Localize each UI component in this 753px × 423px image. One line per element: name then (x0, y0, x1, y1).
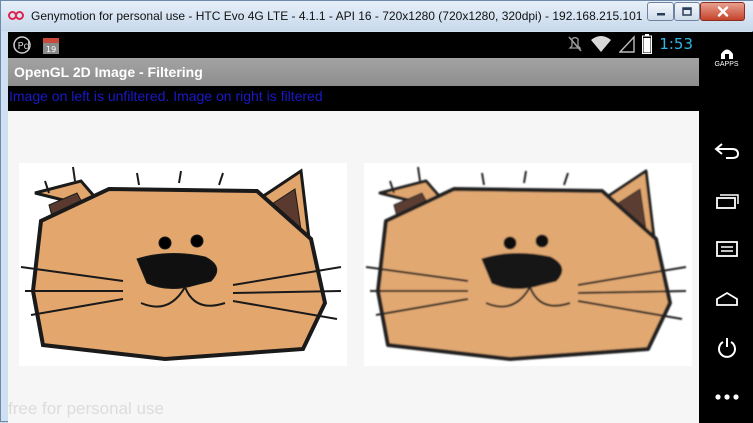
svg-text:Pd: Pd (18, 41, 30, 52)
power-button[interactable] (699, 334, 753, 362)
maximize-button[interactable] (674, 2, 700, 21)
status-clock: 1:53 (659, 35, 693, 53)
cat-face-unfiltered (20, 166, 342, 362)
android-status-bar: Pd 19 1:53 (8, 32, 699, 58)
genymotion-logo-icon (8, 11, 24, 20)
info-text: Image on left is unfiltered. Image on ri… (9, 88, 323, 104)
app-action-bar: OpenGL 2D Image - Filtering (8, 58, 699, 86)
watermark-text: free for personal use (8, 399, 164, 418)
window-titlebar[interactable]: Genymotion for personal use - HTC Evo 4G… (1, 1, 753, 31)
menu-button[interactable] (699, 236, 753, 262)
battery-icon (642, 34, 653, 54)
gapps-label: GAPPS (714, 61, 739, 68)
wifi-icon (591, 36, 612, 52)
genymotion-side-toolbar: GAPPS (699, 32, 753, 423)
more-icon (714, 394, 739, 400)
mute-icon (568, 36, 582, 52)
app-title: OpenGL 2D Image - Filtering (14, 64, 203, 80)
gapps-icon (720, 49, 733, 59)
signal-icon (619, 35, 636, 53)
home-icon (715, 291, 738, 306)
back-button[interactable] (699, 138, 753, 164)
minimize-button[interactable] (647, 2, 674, 21)
usb-debug-icon: Pd (13, 36, 31, 54)
back-icon (713, 143, 739, 159)
emulator-window: Genymotion for personal use - HTC Evo 4G… (0, 0, 753, 423)
unfiltered-image (19, 163, 347, 366)
cat-face-filtered (365, 166, 687, 361)
gapps-button[interactable]: GAPPS (699, 42, 753, 72)
app-content: Image on left is unfiltered. Image on ri… (8, 86, 699, 423)
filtered-image (364, 163, 692, 366)
gl-surface-view[interactable]: free for personal use (8, 111, 699, 423)
more-button[interactable] (699, 384, 753, 410)
home-button[interactable] (699, 286, 753, 312)
android-device-screen: Pd 19 1:53 OpenGL 2D Image - Filtering I… (8, 32, 753, 423)
power-icon (717, 338, 736, 358)
recent-apps-button[interactable] (699, 188, 753, 214)
close-icon (717, 6, 728, 17)
calendar-icon: 19 (43, 38, 59, 54)
maximize-icon (682, 7, 692, 16)
close-button[interactable] (700, 2, 745, 21)
svg-text:19: 19 (46, 45, 56, 54)
minimize-icon (656, 12, 665, 15)
menu-icon (715, 241, 738, 257)
window-title: Genymotion for personal use - HTC Evo 4G… (31, 9, 643, 23)
recent-apps-icon (715, 194, 739, 209)
